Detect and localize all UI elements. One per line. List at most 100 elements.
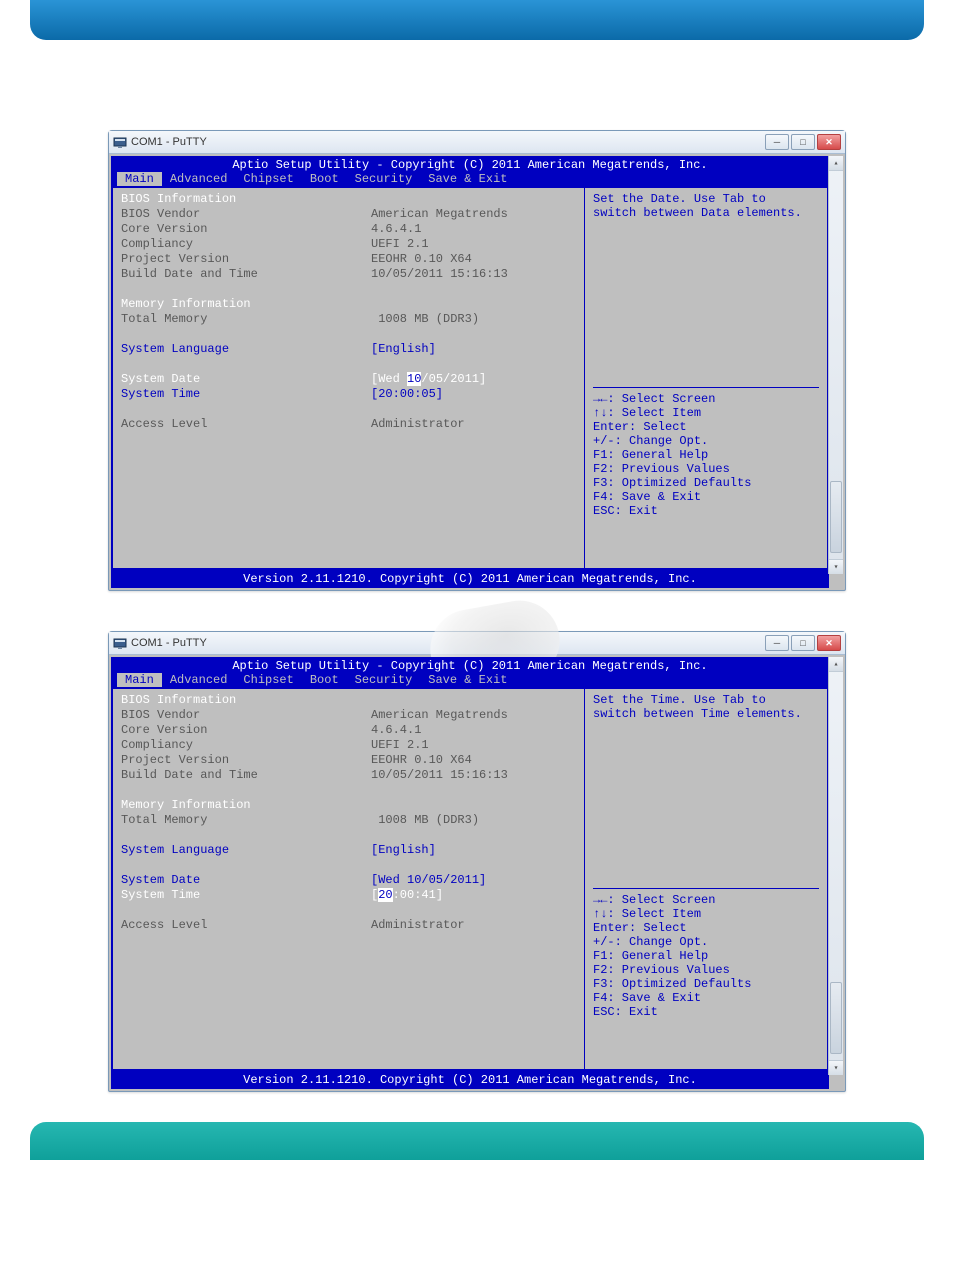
bios-info-heading: BIOS Information xyxy=(121,192,576,207)
key-hint: Enter: Select xyxy=(593,921,819,935)
row-build-date: Build Date and Time10/05/2011 15:16:13 xyxy=(121,267,576,282)
memory-heading: Memory Information xyxy=(121,297,576,312)
tab-save-exit[interactable]: Save & Exit xyxy=(420,673,515,687)
putty-icon xyxy=(113,135,127,149)
page-bottom-banner xyxy=(30,1122,924,1160)
scroll-up-icon[interactable]: ▴ xyxy=(829,156,843,171)
page-top-banner xyxy=(30,0,924,40)
key-hint: ESC: Exit xyxy=(593,1005,819,1019)
maximize-button[interactable]: □ xyxy=(791,134,815,150)
scrollbar-vertical[interactable]: ▴ ▾ xyxy=(828,657,843,1075)
close-button[interactable]: ✕ xyxy=(817,635,841,651)
tab-advanced[interactable]: Advanced xyxy=(162,673,236,687)
key-hint: F3: Optimized Defaults xyxy=(593,476,819,490)
row-access-level: Access LevelAdministrator xyxy=(121,417,576,432)
time-suffix: :00:41] xyxy=(393,888,443,902)
row-access-level: Access LevelAdministrator xyxy=(121,918,576,933)
bios-body: BIOS Information BIOS VendorAmerican Meg… xyxy=(111,689,829,1071)
tab-chipset[interactable]: Chipset xyxy=(235,172,301,186)
key-hint: F1: General Help xyxy=(593,949,819,963)
help-divider xyxy=(593,387,819,388)
date-selected-segment[interactable]: 10 xyxy=(407,372,421,386)
memory-heading: Memory Information xyxy=(121,798,576,813)
tab-save-exit[interactable]: Save & Exit xyxy=(420,172,515,186)
scroll-track[interactable] xyxy=(829,672,843,1060)
scrollbar-vertical[interactable]: ▴ ▾ xyxy=(828,156,843,574)
tab-security[interactable]: Security xyxy=(347,673,421,687)
minimize-button[interactable]: ─ xyxy=(765,134,789,150)
row-core-version: Core Version4.6.4.1 xyxy=(121,723,576,738)
row-system-date[interactable]: System Date[Wed 10/05/2011] xyxy=(121,873,576,888)
row-bios-vendor: BIOS VendorAmerican Megatrends xyxy=(121,708,576,723)
bios-title: Aptio Setup Utility - Copyright (C) 2011… xyxy=(111,657,829,673)
scroll-thumb[interactable] xyxy=(830,481,842,553)
help-text-line1: Set the Time. Use Tab to xyxy=(593,693,819,707)
left-panel: BIOS Information BIOS VendorAmerican Meg… xyxy=(113,188,584,568)
putty-window-time: COM1 - PuTTY ─ □ ✕ Aptio Setup Utility -… xyxy=(108,631,846,1092)
help-divider xyxy=(593,888,819,889)
key-hint: ↑↓: Select Item xyxy=(593,406,819,420)
row-system-language[interactable]: System Language[English] xyxy=(121,843,576,858)
date-suffix: /05/2011] xyxy=(421,372,486,386)
bios-footer: Version 2.11.1210. Copyright (C) 2011 Am… xyxy=(111,570,829,588)
tab-boot[interactable]: Boot xyxy=(302,673,347,687)
help-text-line2: switch between Data elements. xyxy=(593,206,819,220)
key-hint: F2: Previous Values xyxy=(593,963,819,977)
tab-chipset[interactable]: Chipset xyxy=(235,673,301,687)
terminal-area: Aptio Setup Utility - Copyright (C) 2011… xyxy=(111,657,843,1089)
row-system-date[interactable]: System Date [Wed 10/05/2011] xyxy=(121,372,576,387)
key-hint: ↑↓: Select Item xyxy=(593,907,819,921)
bios-info-heading: BIOS Information xyxy=(121,693,576,708)
right-panel: Set the Time. Use Tab to switch between … xyxy=(584,689,827,1069)
row-project-version: Project VersionEEOHR 0.10 X64 xyxy=(121,753,576,768)
key-hint: →←: Select Screen xyxy=(593,392,819,406)
putty-window-date: COM1 - PuTTY ─ □ ✕ Aptio Setup Utility -… xyxy=(108,130,846,591)
scroll-track[interactable] xyxy=(829,171,843,559)
help-text-line1: Set the Date. Use Tab to xyxy=(593,192,819,206)
key-hint: F3: Optimized Defaults xyxy=(593,977,819,991)
tab-boot[interactable]: Boot xyxy=(302,172,347,186)
row-total-memory: Total Memory 1008 MB (DDR3) xyxy=(121,813,576,828)
close-button[interactable]: ✕ xyxy=(817,134,841,150)
maximize-button[interactable]: □ xyxy=(791,635,815,651)
tab-advanced[interactable]: Advanced xyxy=(162,172,236,186)
scroll-thumb[interactable] xyxy=(830,982,842,1054)
titlebar[interactable]: COM1 - PuTTY ─ □ ✕ xyxy=(109,131,845,154)
row-compliancy: CompliancyUEFI 2.1 xyxy=(121,738,576,753)
tab-main[interactable]: Main xyxy=(117,673,162,687)
bios-footer: Version 2.11.1210. Copyright (C) 2011 Am… xyxy=(111,1071,829,1089)
tab-security[interactable]: Security xyxy=(347,172,421,186)
minimize-button[interactable]: ─ xyxy=(765,635,789,651)
row-system-time[interactable]: System Time [20:00:41] xyxy=(121,888,576,903)
key-hint: F4: Save & Exit xyxy=(593,991,819,1005)
bios-title: Aptio Setup Utility - Copyright (C) 2011… xyxy=(111,156,829,172)
key-hint: F1: General Help xyxy=(593,448,819,462)
bios-menu-bar[interactable]: Main Advanced Chipset Boot Security Save… xyxy=(111,172,829,188)
scroll-down-icon[interactable]: ▾ xyxy=(829,559,843,574)
left-panel: BIOS Information BIOS VendorAmerican Meg… xyxy=(113,689,584,1069)
scroll-up-icon[interactable]: ▴ xyxy=(829,657,843,672)
tab-main[interactable]: Main xyxy=(117,172,162,186)
row-project-version: Project VersionEEOHR 0.10 X64 xyxy=(121,252,576,267)
putty-icon xyxy=(113,636,127,650)
key-hint: F4: Save & Exit xyxy=(593,490,819,504)
key-hint: →←: Select Screen xyxy=(593,893,819,907)
window-title: COM1 - PuTTY xyxy=(131,136,207,148)
help-text-line2: switch between Time elements. xyxy=(593,707,819,721)
row-build-date: Build Date and Time10/05/2011 15:16:13 xyxy=(121,768,576,783)
scroll-down-icon[interactable]: ▾ xyxy=(829,1060,843,1075)
row-total-memory: Total Memory 1008 MB (DDR3) xyxy=(121,312,576,327)
bios-menu-bar[interactable]: Main Advanced Chipset Boot Security Save… xyxy=(111,673,829,689)
date-prefix: [Wed xyxy=(371,372,407,386)
terminal-area: Aptio Setup Utility - Copyright (C) 2011… xyxy=(111,156,843,588)
bios-screen: Aptio Setup Utility - Copyright (C) 2011… xyxy=(111,657,829,1089)
key-hint: +/-: Change Opt. xyxy=(593,935,819,949)
right-panel: Set the Date. Use Tab to switch between … xyxy=(584,188,827,568)
row-system-language[interactable]: System Language[English] xyxy=(121,342,576,357)
row-system-time[interactable]: System Time[20:00:05] xyxy=(121,387,576,402)
bios-screen: Aptio Setup Utility - Copyright (C) 2011… xyxy=(111,156,829,588)
key-hint: Enter: Select xyxy=(593,420,819,434)
time-selected-segment[interactable]: 20 xyxy=(378,888,392,902)
window-title: COM1 - PuTTY xyxy=(131,637,207,649)
titlebar[interactable]: COM1 - PuTTY ─ □ ✕ xyxy=(109,632,845,655)
